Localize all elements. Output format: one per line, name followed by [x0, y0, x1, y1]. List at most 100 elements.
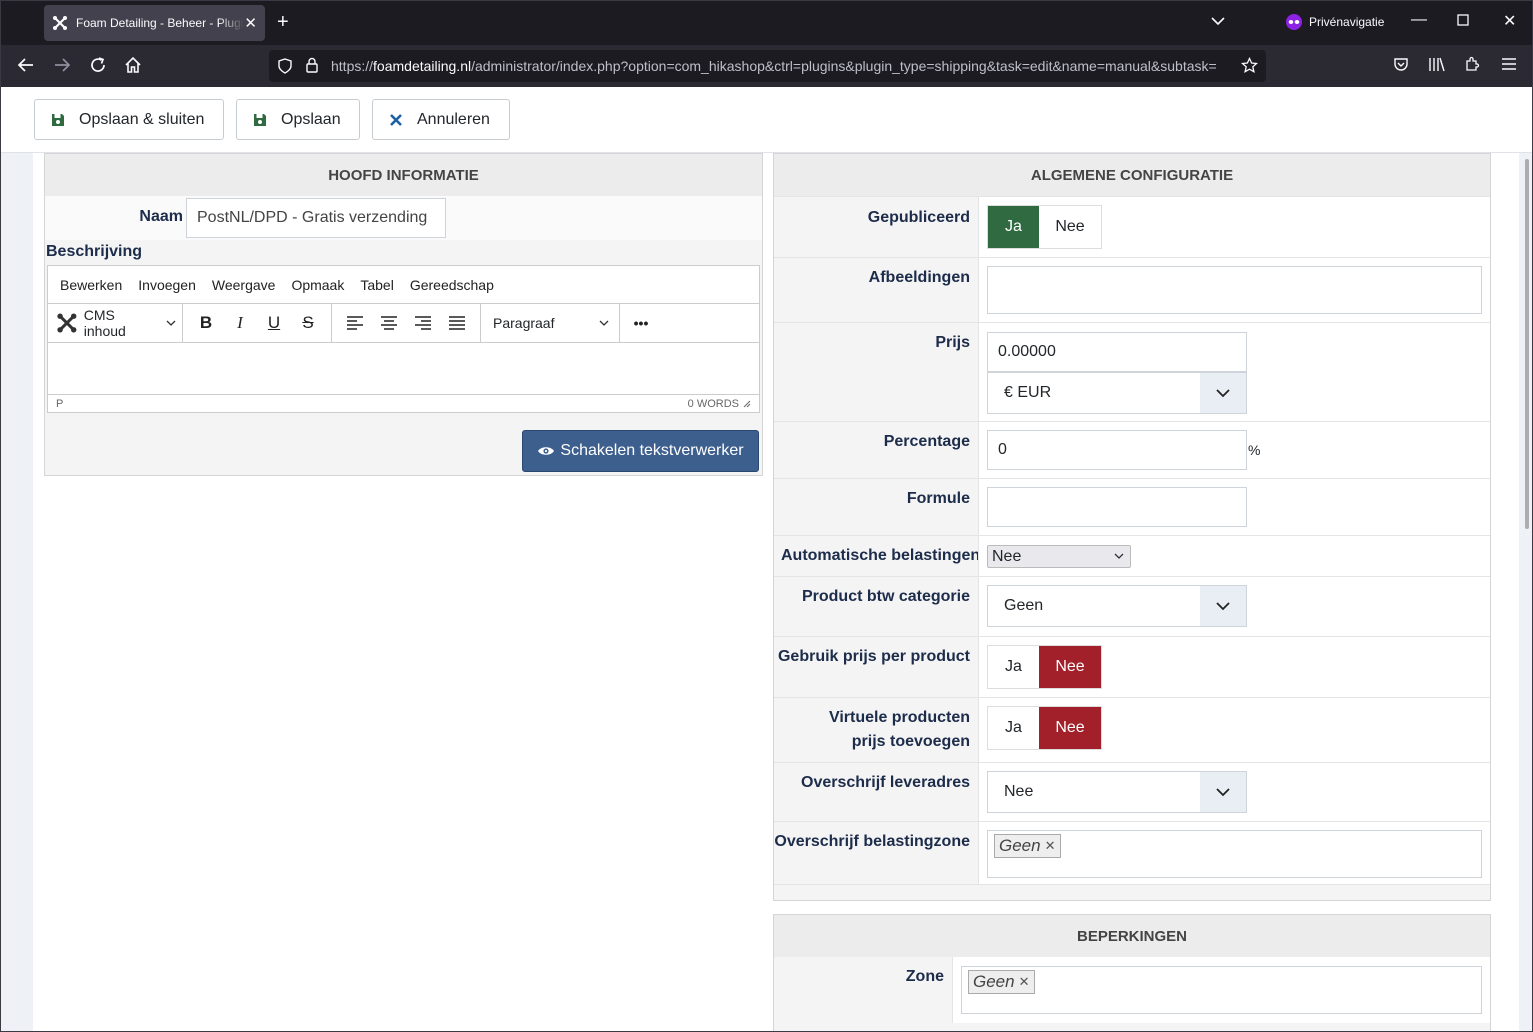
per-product-row: Gebruik prijs per product Ja Nee	[774, 636, 1490, 697]
auto-tax-label: Automatische belastingen	[781, 547, 981, 564]
menu-weergave[interactable]: Weergave	[212, 277, 276, 293]
pocket-icon[interactable]	[1393, 56, 1409, 75]
zone-field[interactable]	[961, 966, 1482, 1014]
reload-icon[interactable]	[89, 56, 107, 77]
resize-handle-icon[interactable]	[743, 400, 751, 408]
bookmark-star-icon[interactable]	[1240, 56, 1259, 79]
restrictions-heading: BEPERKINGEN	[774, 915, 1490, 957]
per-product-no-button[interactable]: Nee	[1039, 646, 1101, 688]
browser-tab[interactable]: Foam Detailing - Beheer - Plugins ✕	[44, 5, 265, 41]
auto-tax-select[interactable]: Nee	[987, 545, 1131, 568]
extensions-icon[interactable]	[1464, 56, 1480, 75]
override-zone-field[interactable]	[987, 830, 1482, 878]
cms-content-label: CMS inhoud	[83, 307, 126, 339]
published-row: Gepubliceerd Ja Nee	[774, 196, 1490, 257]
override-address-value: Nee	[1004, 783, 1034, 800]
price-input[interactable]: 0.00000	[987, 332, 1247, 372]
currency-value: € EUR	[1004, 384, 1052, 401]
chevron-down-icon	[1114, 553, 1124, 559]
percentage-row: Percentage 0 %	[774, 421, 1490, 478]
italic-icon[interactable]: I	[223, 313, 257, 333]
name-row: Naam PostNL/DPD - Gratis verzending	[45, 196, 762, 240]
action-toolbar: Opslaan & sluiten Opslaan Annuleren	[1, 87, 1532, 153]
virtual-products-toggle[interactable]: Ja Nee	[987, 706, 1102, 750]
new-tab-icon[interactable]: +	[277, 12, 289, 32]
published-yes-button[interactable]: Ja	[988, 206, 1039, 248]
home-icon[interactable]	[124, 56, 142, 77]
format-group: B I U S	[183, 304, 332, 342]
word-count: 0 WORDS	[687, 397, 739, 410]
menu-gereedschap[interactable]: Gereedschap	[410, 277, 494, 293]
save-close-button[interactable]: Opslaan & sluiten	[34, 99, 224, 140]
currency-select[interactable]: € EUR	[987, 372, 1247, 414]
admin-app: Opslaan & sluiten Opslaan Annuleren HOOF…	[1, 87, 1532, 1031]
library-icon[interactable]	[1428, 56, 1446, 75]
chevron-down-icon[interactable]	[1211, 13, 1225, 29]
remove-tag-icon[interactable]: ✕	[1045, 838, 1056, 854]
align-justify-icon[interactable]	[440, 316, 474, 330]
remove-tag-icon[interactable]: ✕	[1019, 974, 1030, 990]
scrollbar[interactable]	[1525, 159, 1529, 529]
shield-icon[interactable]	[277, 58, 293, 79]
published-no-button[interactable]: Nee	[1039, 206, 1101, 248]
save-close-label: Opslaan & sluiten	[79, 110, 205, 128]
menu-tabel[interactable]: Tabel	[360, 277, 393, 293]
per-product-toggle[interactable]: Ja Nee	[987, 645, 1102, 689]
joomla-icon	[53, 16, 67, 30]
close-window-icon[interactable]: ✕	[1503, 11, 1516, 31]
tab-bar: Foam Detailing - Beheer - Plugins ✕ + Pr…	[1, 1, 1532, 45]
images-field[interactable]	[987, 266, 1482, 314]
eye-icon	[538, 447, 555, 455]
save-icon	[253, 113, 267, 127]
maximize-icon[interactable]	[1457, 13, 1469, 31]
align-center-icon[interactable]	[372, 316, 406, 330]
zone-label: Zone	[905, 968, 944, 985]
address-bar[interactable]: https://foamdetailing.nl/administrator/i…	[269, 50, 1266, 82]
content-area: HOOFD INFORMATIE Naam PostNL/DPD - Grati…	[33, 153, 1519, 1031]
tax-category-select[interactable]: Geen	[987, 585, 1247, 627]
close-icon	[389, 113, 403, 127]
published-label: Gepubliceerd	[867, 209, 970, 226]
underline-icon[interactable]: U	[257, 313, 291, 333]
forward-icon[interactable]	[53, 56, 71, 77]
virtual-products-yes-button[interactable]: Ja	[988, 707, 1039, 749]
virtual-products-no-button[interactable]: Nee	[1039, 707, 1101, 749]
back-icon[interactable]	[17, 56, 35, 77]
virtual-products-label-line1: Virtuele producten	[828, 709, 970, 726]
tax-category-label: Product btw categorie	[801, 588, 970, 605]
published-toggle[interactable]: Ja Nee	[987, 205, 1102, 249]
override-address-select[interactable]: Nee	[987, 771, 1247, 813]
menu-invoegen[interactable]: Invoegen	[138, 277, 196, 293]
menu-icon[interactable]	[1501, 56, 1517, 74]
editor-content-area[interactable]	[48, 343, 759, 395]
paragraph-select[interactable]: Paragraaf	[481, 304, 620, 342]
cms-content-button[interactable]: CMS inhoud	[48, 304, 183, 342]
menu-bewerken[interactable]: Bewerken	[60, 277, 122, 293]
virtual-products-label: Virtuele producten prijs toevoegen	[829, 706, 970, 754]
chevron-down-icon	[599, 320, 609, 326]
close-tab-icon[interactable]: ✕	[244, 14, 257, 32]
percentage-label: Percentage	[883, 433, 970, 450]
joomla-icon	[57, 313, 77, 333]
chevron-down-icon	[1200, 586, 1246, 626]
align-left-icon[interactable]	[338, 316, 372, 330]
menu-opmaak[interactable]: Opmaak	[291, 277, 344, 293]
override-zone-row: Overschrijf belastingzone Geen ✕	[774, 821, 1490, 885]
more-icon[interactable]: •••	[624, 315, 658, 331]
strikethrough-icon[interactable]: S	[291, 313, 325, 333]
align-right-icon[interactable]	[406, 316, 440, 330]
save-button[interactable]: Opslaan	[236, 99, 360, 140]
percent-sign: %	[1248, 442, 1261, 458]
cancel-button[interactable]: Annuleren	[372, 99, 510, 140]
toggle-editor-button[interactable]: Schakelen tekstverwerker	[522, 430, 759, 472]
per-product-yes-button[interactable]: Ja	[988, 646, 1039, 688]
bold-icon[interactable]: B	[189, 313, 223, 333]
rich-text-editor: Bewerken Invoegen Weergave Opmaak Tabel …	[47, 265, 760, 413]
formula-input[interactable]	[987, 487, 1247, 527]
lock-icon[interactable]	[305, 57, 319, 78]
minimize-icon[interactable]: —	[1411, 11, 1427, 29]
general-config-heading: ALGEMENE CONFIGURATIE	[774, 154, 1490, 196]
url-text[interactable]: https://foamdetailing.nl/administrator/i…	[331, 58, 1231, 74]
percentage-input[interactable]: 0	[987, 430, 1247, 470]
name-input[interactable]: PostNL/DPD - Gratis verzending	[186, 198, 446, 238]
